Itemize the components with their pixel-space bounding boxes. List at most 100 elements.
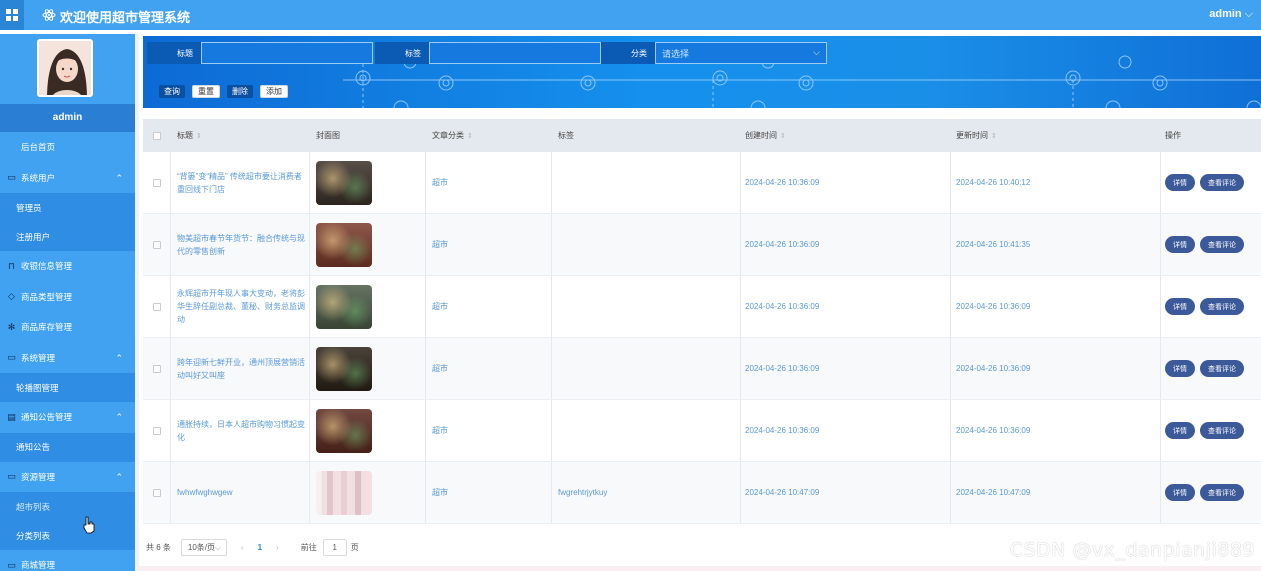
col-cover: 封面图 bbox=[316, 131, 340, 140]
view-comments-button[interactable]: 查看评论 bbox=[1200, 174, 1244, 191]
current-page[interactable]: 1 bbox=[258, 543, 262, 552]
chevron-up-icon: ⌃ bbox=[115, 412, 123, 422]
sort-icon[interactable]: ⇕ bbox=[196, 132, 202, 140]
row-checkbox[interactable] bbox=[152, 302, 161, 311]
sidebar-item-resources[interactable]: ▭ 资源管理 ⌃ bbox=[0, 461, 135, 492]
app-title: 欢迎使用超市管理系统 bbox=[60, 10, 191, 25]
col-actions: 操作 bbox=[1165, 131, 1181, 140]
sidebar-username: admin bbox=[0, 104, 135, 132]
table-row: “背篓”变“精品” 传统超市要让消费者重回线下门店 超市 2024-04-26 10… bbox=[143, 152, 1261, 214]
row-updated: 2024-04-26 10:36:09 bbox=[956, 426, 1031, 435]
row-checkbox[interactable] bbox=[152, 240, 161, 249]
cover-image bbox=[316, 160, 372, 205]
row-checkbox[interactable] bbox=[152, 178, 161, 187]
user-menu[interactable]: admin ⌵ bbox=[1209, 8, 1253, 21]
sidebar-item-home[interactable]: 后台首页 bbox=[0, 132, 135, 163]
home-icon bbox=[7, 143, 16, 152]
delete-button[interactable]: 删除 bbox=[227, 85, 253, 98]
row-category: 超市 bbox=[432, 364, 448, 373]
sidebar-item-notices[interactable]: 通知公告 bbox=[0, 432, 135, 462]
sidebar-item-category-list[interactable]: 分类列表 bbox=[0, 521, 135, 550]
sidebar-item-admins[interactable]: 管理员 bbox=[0, 193, 135, 222]
row-category: 超市 bbox=[432, 426, 448, 435]
col-updated[interactable]: 更新时间 bbox=[956, 130, 988, 141]
row-created: 2024-04-26 10:47:09 bbox=[745, 488, 820, 497]
tag-icon: ◇ bbox=[8, 291, 15, 302]
row-title[interactable]: 跨年迎新七鲜开业，通州顶展营销活动叫好又叫座 bbox=[177, 356, 309, 382]
row-updated: 2024-04-26 10:40:12 bbox=[956, 178, 1031, 187]
cover-image bbox=[316, 222, 372, 267]
view-comments-button[interactable]: 查看评论 bbox=[1200, 298, 1244, 315]
view-comments-button[interactable]: 查看评论 bbox=[1200, 236, 1244, 253]
tag-filter: 标签 bbox=[375, 42, 601, 64]
chevron-down-icon: ⌵ bbox=[214, 542, 221, 552]
row-created: 2024-04-26 10:36:09 bbox=[745, 426, 820, 435]
col-category[interactable]: 文章分类 bbox=[432, 130, 464, 141]
sidebar-item-cashier[interactable]: ⊓ 收银信息管理 bbox=[0, 251, 135, 282]
detail-button[interactable]: 详情 bbox=[1165, 484, 1195, 501]
page-size-value: 10条/页 bbox=[187, 542, 216, 552]
main-content: 标题 标签 分类 请选择 ⌵ 查询 重置 删除 添加 标题 ⇕ 封面图 文章分类 ⇕ bbox=[139, 34, 1261, 571]
cover-image bbox=[316, 408, 372, 453]
profile-area bbox=[0, 34, 135, 104]
row-checkbox[interactable] bbox=[152, 488, 161, 497]
select-all-checkbox[interactable] bbox=[152, 131, 161, 140]
category-label: 分类 bbox=[601, 42, 655, 64]
sidebar-item-system-management[interactable]: ▭ 系统管理 ⌃ bbox=[0, 342, 135, 373]
goto-page-input[interactable]: 1 bbox=[322, 538, 347, 556]
sidebar-item-registered-users[interactable]: 注册用户 bbox=[0, 222, 135, 251]
chat-icon: ▭ bbox=[7, 471, 16, 482]
detail-button[interactable]: 详情 bbox=[1165, 236, 1195, 253]
prev-page-button[interactable]: ‹ bbox=[241, 543, 244, 552]
sort-icon[interactable]: ⇕ bbox=[780, 132, 786, 140]
view-comments-button[interactable]: 查看评论 bbox=[1200, 360, 1244, 377]
sidebar-item-inventory[interactable]: ✻ 商品库存管理 bbox=[0, 312, 135, 343]
monitor-icon: ▭ bbox=[7, 352, 16, 363]
sidebar-item-supermarket-list[interactable]: 超市列表 bbox=[0, 492, 135, 521]
hand-cursor-icon bbox=[83, 516, 95, 534]
sidebar-item-product-types[interactable]: ◇ 商品类型管理 bbox=[0, 281, 135, 312]
add-button[interactable]: 添加 bbox=[260, 85, 288, 98]
menu-grid-button[interactable] bbox=[0, 0, 24, 30]
top-bar: 欢迎使用超市管理系统 admin ⌵ bbox=[0, 0, 1261, 30]
sort-icon[interactable]: ⇕ bbox=[467, 132, 473, 140]
row-updated: 2024-04-26 10:36:09 bbox=[956, 302, 1031, 311]
monitor-icon: ▭ bbox=[7, 172, 16, 183]
sidebar-item-carousel[interactable]: 轮播图管理 bbox=[0, 373, 135, 402]
row-title[interactable]: 永辉超市开年现人事大变动，老将彭华生辞任副总裁、董秘、财务总监调动 bbox=[177, 287, 309, 326]
clipboard-icon: ▤ bbox=[7, 411, 16, 422]
title-input[interactable] bbox=[201, 42, 373, 64]
title-label: 标题 bbox=[147, 42, 201, 64]
col-title[interactable]: 标题 bbox=[177, 130, 193, 141]
row-checkbox[interactable] bbox=[152, 364, 161, 373]
sidebar-item-system-users[interactable]: ▭ 系统用户 ⌃ bbox=[0, 162, 135, 193]
tag-input[interactable] bbox=[429, 42, 601, 64]
row-title[interactable]: “背篓”变“精品” 传统超市要让消费者重回线下门店 bbox=[177, 170, 309, 196]
view-comments-button[interactable]: 查看评论 bbox=[1200, 484, 1244, 501]
page-size-select[interactable]: 10条/页 ⌵ bbox=[180, 538, 227, 556]
sidebar-item-label: 商城管理 bbox=[21, 560, 56, 571]
cover-image bbox=[316, 284, 372, 329]
detail-button[interactable]: 详情 bbox=[1165, 360, 1195, 377]
avatar bbox=[37, 39, 93, 97]
row-title[interactable]: 通胀持续，日本人超市购物习惯起变化 bbox=[177, 418, 309, 444]
query-button[interactable]: 查询 bbox=[159, 85, 185, 98]
row-title[interactable]: fwhwfwghwgew bbox=[177, 486, 237, 499]
row-checkbox[interactable] bbox=[152, 426, 161, 435]
detail-button[interactable]: 详情 bbox=[1165, 422, 1195, 439]
row-title[interactable]: 物美超市春节年货节：融合传统与现代的零售创新 bbox=[177, 232, 309, 258]
category-select[interactable]: 请选择 ⌵ bbox=[655, 42, 827, 64]
col-created[interactable]: 创建时间 bbox=[745, 130, 777, 141]
sort-icon[interactable]: ⇕ bbox=[991, 132, 997, 140]
detail-button[interactable]: 详情 bbox=[1165, 298, 1195, 315]
sidebar-item-mall[interactable]: ▭ 商城管理 bbox=[0, 550, 135, 571]
row-tag: fwgrehtrjytkuy bbox=[558, 488, 608, 497]
reset-button[interactable]: 重置 bbox=[192, 85, 220, 98]
next-page-button[interactable]: › bbox=[276, 543, 279, 552]
table-row: 永辉超市开年现人事大变动，老将彭华生辞任副总裁、董秘、财务总监调动 超市 2024-… bbox=[143, 276, 1261, 338]
sidebar-item-notice-management[interactable]: ▤ 通知公告管理 ⌃ bbox=[0, 402, 135, 433]
detail-button[interactable]: 详情 bbox=[1165, 174, 1195, 191]
total-count: 共 6 条 bbox=[146, 542, 171, 552]
view-comments-button[interactable]: 查看评论 bbox=[1200, 422, 1244, 439]
chevron-down-icon: ⌵ bbox=[813, 47, 820, 57]
